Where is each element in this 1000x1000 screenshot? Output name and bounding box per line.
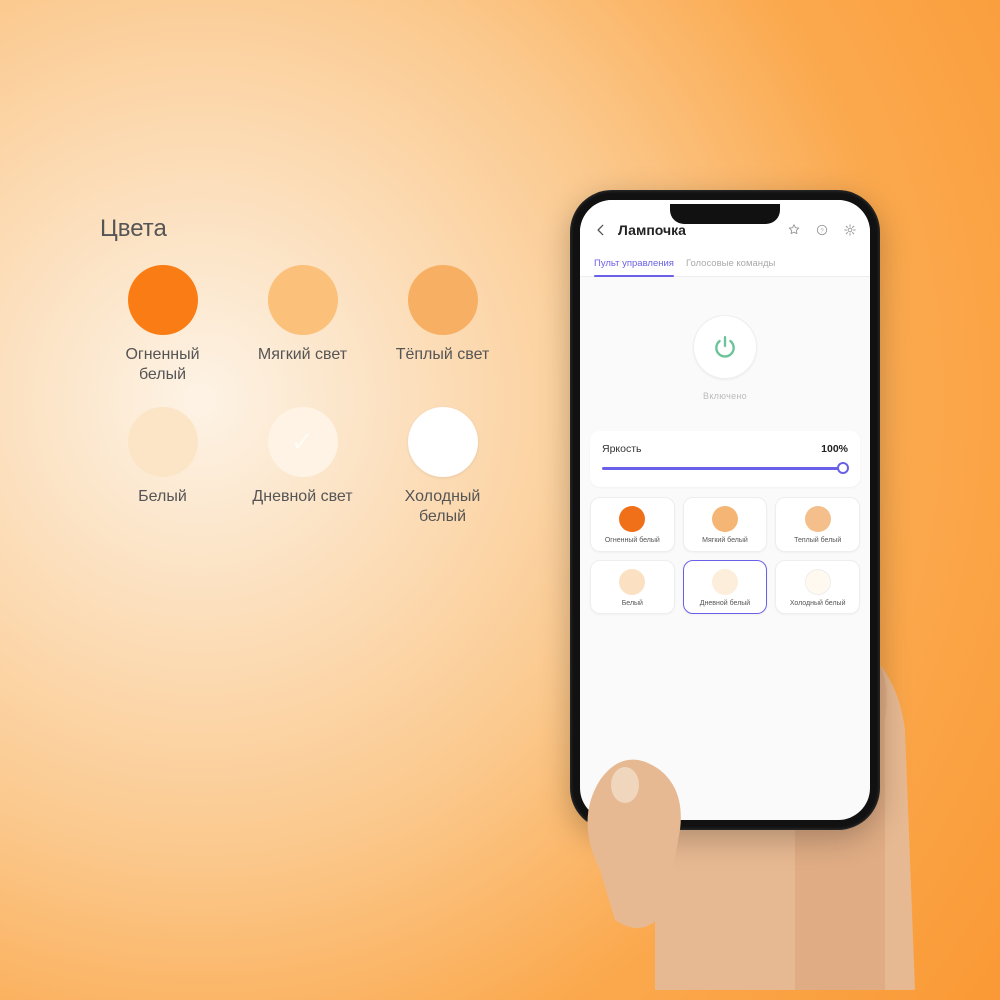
swatch [408, 407, 478, 477]
color-swatch [619, 569, 645, 595]
swatch-label: Мягкий свет [240, 345, 365, 365]
palette-item: Дневной свет [240, 407, 365, 527]
color-option[interactable]: Холодный белый [775, 560, 860, 615]
color-label: Теплый белый [780, 537, 855, 545]
swatch [128, 265, 198, 335]
palette-grid: Огненный белый Мягкий свет Тёплый свет Б… [100, 265, 500, 527]
color-option-selected[interactable]: Дневной белый [683, 560, 768, 615]
color-swatch [619, 506, 645, 532]
color-label: Дневной белый [688, 600, 763, 608]
color-option[interactable]: Мягкий белый [683, 497, 768, 552]
power-button[interactable] [693, 315, 757, 379]
swatch [128, 407, 198, 477]
palette-item: Огненный белый [100, 265, 225, 385]
tab-control[interactable]: Пульт управления [594, 252, 674, 276]
phone-screen: Лампочка ? Пульт управления Голосовые ко… [580, 200, 870, 820]
color-label: Мягкий белый [688, 537, 763, 545]
brightness-card: Яркость 100% [590, 431, 860, 487]
palette-item: Холодный белый [380, 407, 505, 527]
brightness-slider[interactable] [602, 461, 848, 475]
star-icon[interactable] [786, 222, 802, 238]
palette-item: Тёплый свет [380, 265, 505, 385]
back-icon[interactable] [592, 221, 610, 239]
color-label: Холодный белый [780, 600, 855, 608]
app-header: Лампочка ? [580, 200, 870, 252]
gear-icon[interactable] [842, 222, 858, 238]
power-icon [712, 334, 738, 360]
color-option[interactable]: Теплый белый [775, 497, 860, 552]
color-option[interactable]: Огненный белый [590, 497, 675, 552]
palette-item: Белый [100, 407, 225, 527]
swatch [408, 265, 478, 335]
color-palette: Цвета Огненный белый Мягкий свет Тёплый … [100, 215, 500, 527]
app-title: Лампочка [618, 222, 686, 238]
color-grid: Огненный белый Мягкий белый Теплый белый… [590, 497, 860, 614]
swatch [268, 407, 338, 477]
phone: Лампочка ? Пульт управления Голосовые ко… [570, 190, 880, 830]
swatch-label: Огненный белый [100, 345, 225, 385]
help-icon[interactable]: ? [814, 222, 830, 238]
color-label: Огненный белый [595, 537, 670, 545]
palette-title: Цвета [100, 215, 500, 243]
color-option[interactable]: Белый [590, 560, 675, 615]
color-swatch [712, 569, 738, 595]
phone-frame: Лампочка ? Пульт управления Голосовые ко… [570, 190, 880, 830]
color-label: Белый [595, 600, 670, 608]
swatch-label: Тёплый свет [380, 345, 505, 365]
tabs: Пульт управления Голосовые команды [580, 252, 870, 277]
color-swatch [805, 569, 831, 595]
brightness-label: Яркость [602, 443, 642, 455]
tab-voice[interactable]: Голосовые команды [686, 252, 775, 276]
swatch [268, 265, 338, 335]
power-section: Включено [580, 277, 870, 411]
slider-thumb[interactable] [837, 462, 849, 474]
power-state-label: Включено [580, 391, 870, 401]
slider-track [602, 467, 848, 470]
swatch-label: Холодный белый [380, 487, 505, 527]
brightness-value: 100% [821, 443, 848, 455]
color-swatch [712, 506, 738, 532]
swatch-label: Белый [100, 487, 225, 507]
swatch-label: Дневной свет [240, 487, 365, 507]
svg-text:?: ? [820, 228, 824, 234]
color-swatch [805, 506, 831, 532]
palette-item: Мягкий свет [240, 265, 365, 385]
